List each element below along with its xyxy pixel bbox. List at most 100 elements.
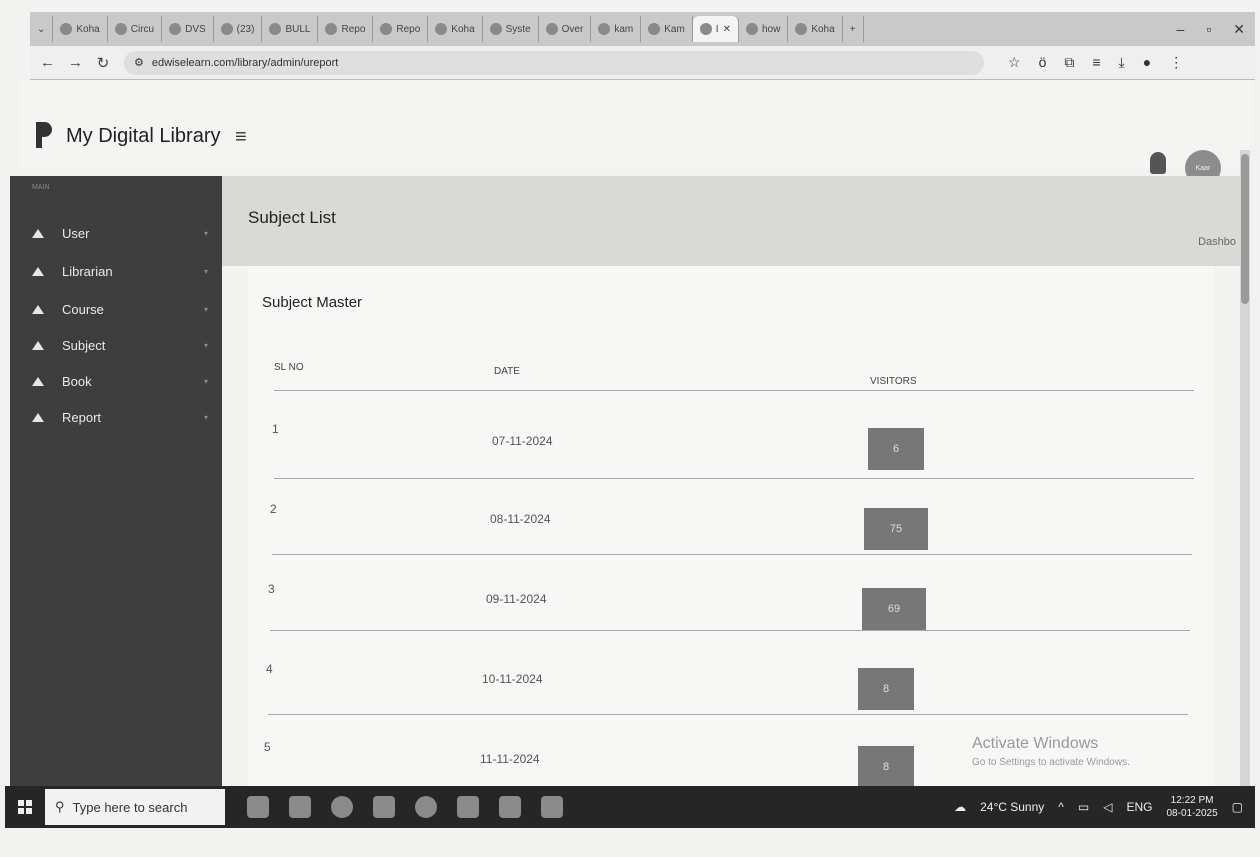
media-app-icon[interactable] (457, 796, 479, 818)
browser-tab[interactable]: Koha (788, 16, 843, 42)
subject-master-card: Subject Master SL NO DATE VISITORS 1 07-… (248, 266, 1214, 788)
language-indicator[interactable]: ENG (1126, 800, 1152, 814)
hamburger-menu-icon[interactable]: ≡ (235, 126, 247, 149)
clock-time: 12:22 PM (1170, 795, 1214, 806)
profile-icon[interactable]: ● (1143, 54, 1151, 71)
windows-logo-icon (18, 800, 32, 814)
chevron-icon: ▾ (203, 228, 208, 238)
scrollbar-thumb[interactable] (1241, 154, 1249, 304)
chevron-icon: ▾ (203, 412, 208, 422)
url-text: edwiselearn.com/library/admin/ureport (151, 56, 339, 69)
search-placeholder: Type here to search (72, 799, 188, 815)
clock[interactable]: 12:22 PM 08-01-2025 (1167, 794, 1218, 820)
puzzle-icon[interactable]: ⧉ (1064, 54, 1074, 71)
browser-tab[interactable]: Repo (373, 16, 429, 42)
edge-icon[interactable] (331, 796, 353, 818)
tab-label: kam (614, 23, 634, 35)
extension-icon[interactable]: ö (1039, 54, 1047, 71)
sidebar-item-label: User (62, 225, 90, 241)
browser-tab[interactable]: (23) (214, 16, 263, 42)
watermark-subtitle: Go to Settings to activate Windows. (972, 757, 1130, 768)
close-window-icon[interactable]: ✕ (1233, 21, 1245, 38)
download-icon[interactable]: ⤓ (1119, 54, 1125, 71)
browser-tab[interactable]: how (739, 16, 789, 42)
visitors-badge: 6 (868, 428, 924, 470)
browser-tab-strip: ⌄ Koha Circu DVS (23) BULL Repo Repo Koh… (30, 12, 1255, 46)
tab-label: Koha (76, 23, 100, 35)
chrome-icon[interactable] (415, 796, 437, 818)
sidebar-item-course[interactable]: Course ▾ (10, 294, 222, 324)
pinned-shoe-app-icon[interactable] (247, 796, 269, 818)
site-icon (699, 23, 712, 35)
row-divider (272, 554, 1192, 555)
browser-tab[interactable]: DVS (162, 16, 214, 42)
taskbar-search[interactable]: ⚲ Type here to search (45, 789, 225, 825)
browser-tab[interactable]: Circu (108, 16, 163, 42)
new-tab-button[interactable]: + (843, 16, 864, 42)
browser-tab[interactable]: Kam (641, 16, 693, 42)
reading-list-icon[interactable]: ≡ (1092, 54, 1100, 71)
site-settings-icon[interactable]: ⚙ (134, 56, 144, 69)
app-title: My Digital Library (66, 125, 221, 147)
sidebar-item-book[interactable]: Book ▾ (10, 366, 222, 396)
browser-tab[interactable]: Over (539, 16, 592, 42)
sidebar-item-subject[interactable]: Subject ▾ (10, 330, 222, 360)
maximize-icon[interactable]: ▫ (1206, 21, 1211, 38)
visitors-badge: 8 (858, 746, 914, 788)
browser-tab[interactable]: Repo (318, 16, 374, 42)
weather-text[interactable]: 24°C Sunny (980, 800, 1044, 814)
chevron-icon: ▾ (203, 304, 208, 314)
close-icon[interactable]: ✕ (723, 24, 731, 35)
browser-tab[interactable]: Koha (53, 16, 108, 42)
browser-tab[interactable]: BULL (262, 16, 319, 42)
tab-label: Circu (130, 23, 155, 35)
sidebar-item-label: Librarian (62, 263, 113, 279)
cell-sl-no: 4 (266, 662, 273, 676)
reload-icon[interactable]: ↻ (96, 54, 110, 72)
cell-sl-no: 3 (268, 582, 275, 596)
sidebar: MAIN User ▾ Librarian ▾ Course ▾ Subject… (10, 176, 222, 786)
star-icon[interactable]: ☆ (1008, 54, 1021, 71)
cell-date: 08-11-2024 (490, 512, 551, 526)
start-button[interactable] (5, 800, 45, 814)
sidebar-item-report[interactable]: Report ▾ (10, 402, 222, 432)
notification-icon[interactable]: ▢ (1232, 800, 1243, 814)
browser-tab[interactable]: Syste (483, 16, 539, 42)
url-field[interactable]: ⚙ edwiselearn.com/library/admin/ureport (124, 50, 984, 75)
browser-tab[interactable]: Koha (428, 16, 483, 42)
task-view-icon[interactable] (289, 796, 311, 818)
volume-icon[interactable]: ◁ (1103, 800, 1112, 814)
tab-search-button[interactable]: ⌄ (30, 16, 54, 42)
forward-icon[interactable]: → (68, 54, 83, 71)
tray-overflow-icon[interactable]: ^ (1058, 800, 1064, 814)
breadcrumb[interactable]: Dashbo (1198, 236, 1236, 248)
sidebar-item-librarian[interactable]: Librarian ▾ (10, 256, 222, 286)
notification-bell-icon[interactable] (1150, 152, 1166, 174)
sidebar-caption: MAIN (32, 184, 50, 191)
minimize-icon[interactable]: – (1177, 21, 1185, 38)
browser-tab[interactable]: kam (591, 16, 642, 42)
back-icon[interactable]: ← (40, 54, 55, 71)
column-header-date: DATE (494, 366, 520, 377)
network-icon[interactable]: ▭ (1078, 800, 1089, 814)
sidebar-item-user[interactable]: User ▾ (10, 218, 222, 248)
browser-tab-active[interactable]: I ✕ (692, 16, 739, 42)
header-divider (274, 390, 1194, 391)
more-icon[interactable]: ⋮ (1169, 54, 1183, 71)
file-explorer-icon[interactable] (373, 796, 395, 818)
card-title: Subject Master (262, 294, 363, 311)
page-scrollbar[interactable] (1240, 150, 1250, 800)
store-app-icon[interactable] (499, 796, 521, 818)
column-header-sl-no: SL NO (274, 362, 304, 373)
mountain-icon (32, 228, 44, 238)
visitors-badge: 75 (864, 508, 928, 550)
calculator-app-icon[interactable] (541, 796, 563, 818)
koha-icon (325, 23, 338, 35)
chevron-icon: ▾ (203, 340, 208, 350)
tab-label: Repo (341, 23, 366, 35)
column-header-visitors: VISITORS (870, 376, 917, 387)
google-icon (745, 23, 758, 35)
weather-icon[interactable]: ☁ (954, 800, 966, 814)
mountain-icon (32, 376, 44, 386)
site-icon (648, 23, 661, 35)
